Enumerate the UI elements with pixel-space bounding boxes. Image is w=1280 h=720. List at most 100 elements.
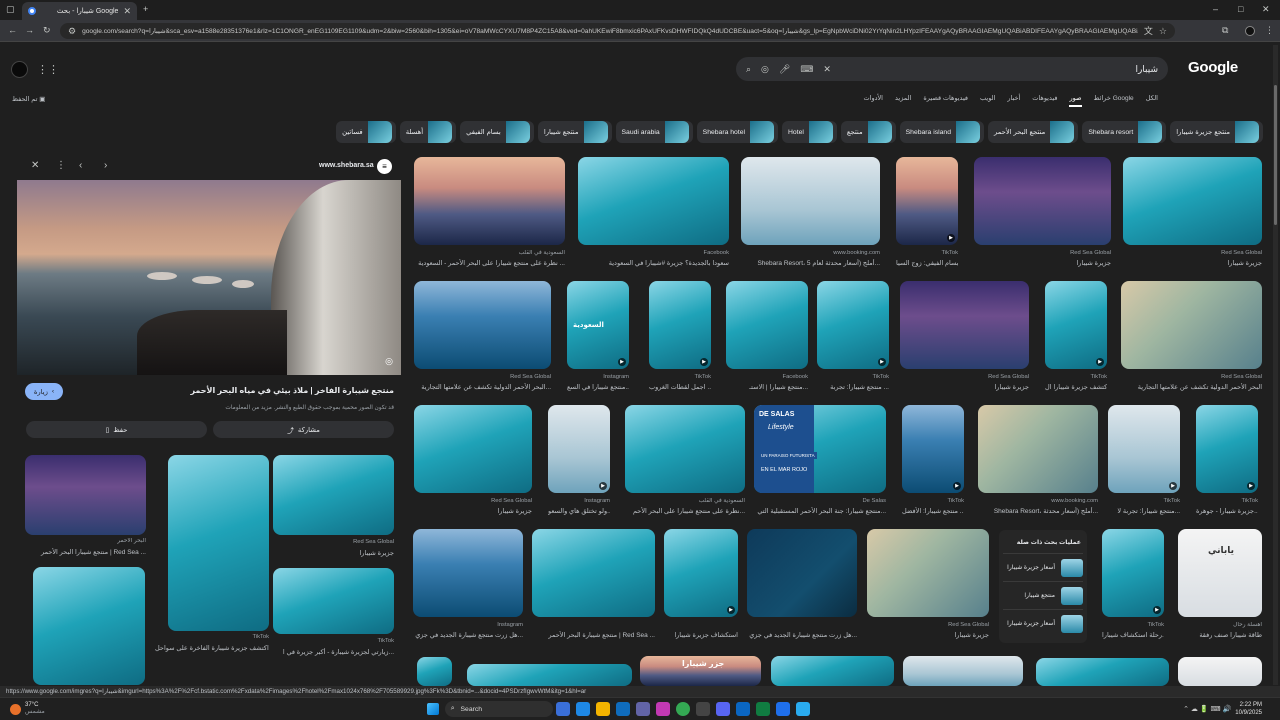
search-query[interactable]: شيبارا: [841, 64, 1158, 75]
next-icon[interactable]: ›: [104, 161, 107, 171]
result-image[interactable]: [747, 529, 857, 617]
tab-news[interactable]: أخبار: [1007, 94, 1020, 107]
app-icon[interactable]: [655, 702, 670, 716]
window-close-icon[interactable]: ✕: [1262, 5, 1270, 14]
result-image[interactable]: ▶: [664, 529, 738, 617]
chrome-icon[interactable]: [675, 702, 690, 716]
chip[interactable]: Shebara island: [899, 121, 984, 143]
result-caption[interactable]: منتجع شيبارا: تجربة لا...: [1108, 507, 1180, 515]
result-caption[interactable]: رحلة استكشاف شيبارا...: [1102, 631, 1164, 639]
result-image[interactable]: [1121, 281, 1262, 369]
result-image[interactable]: [414, 281, 551, 369]
page-scrollbar[interactable]: [1273, 45, 1278, 685]
windows-start-icon[interactable]: [426, 703, 439, 715]
chip[interactable]: منتجع البحر الأحمر: [987, 121, 1079, 143]
extensions-icon[interactable]: ⧉: [1222, 26, 1228, 35]
outlook-icon[interactable]: [615, 702, 630, 716]
omnibox[interactable]: ⚙ google.com/search?q=شيبارا&sca_esv=a15…: [60, 23, 1175, 39]
tab-maps[interactable]: خرائط Google: [1094, 94, 1134, 107]
result-image[interactable]: [974, 157, 1111, 245]
result-caption[interactable]: جزيرة شيبارا: [867, 631, 989, 639]
related-caption[interactable]: اكتشف جزيرة شيبارة الفاخرة على سواحل...: [155, 644, 269, 652]
result-image[interactable]: [532, 529, 655, 617]
account-avatar[interactable]: [11, 61, 28, 78]
result-image[interactable]: [1178, 657, 1262, 686]
related-caption[interactable]: جزيرة شيبارا: [273, 549, 394, 557]
result-image[interactable]: [578, 157, 729, 245]
related-image[interactable]: [33, 567, 145, 685]
telegram-icon[interactable]: [795, 702, 810, 716]
result-image[interactable]: [978, 405, 1098, 493]
clock-time[interactable]: 2:22 PM: [1240, 701, 1262, 709]
google-logo[interactable]: Google: [1188, 59, 1238, 76]
saved-link[interactable]: تم الحفظ ▣: [12, 95, 45, 103]
result-caption[interactable]: نظرة على منتجع شيبارا على البحر الأحم...: [625, 507, 745, 515]
task-view-icon[interactable]: [555, 702, 570, 716]
chip[interactable]: فساتين: [336, 121, 396, 143]
related-caption[interactable]: زيارتي لجزيرة شيبارة - أكبر جزيرة في ا..…: [273, 648, 394, 656]
result-image[interactable]: [414, 157, 565, 245]
result-image[interactable]: [867, 529, 989, 617]
result-image[interactable]: ياباني: [1178, 529, 1262, 617]
teams-icon[interactable]: [635, 702, 650, 716]
lens-search-icon[interactable]: ◎: [385, 356, 393, 367]
result-image[interactable]: ▶: [817, 281, 889, 369]
keyboard-icon[interactable]: ⌨: [800, 64, 813, 74]
previous-icon[interactable]: ‹: [79, 161, 82, 171]
preview-title[interactable]: منتجع شيبارة الفاخر | ملاذ بيئي في مياه …: [70, 386, 394, 395]
back-icon[interactable]: ←: [8, 26, 17, 35]
close-preview-icon[interactable]: ✕: [31, 161, 39, 171]
result-caption[interactable]: نظرة على منتجع شيبارا على البحر الأحمر -…: [414, 259, 565, 267]
tab-more[interactable]: المزيد: [895, 94, 911, 107]
related-search-item[interactable]: أسعار جزيرة شيبارا: [1003, 553, 1083, 581]
result-image[interactable]: [771, 656, 894, 686]
result-image[interactable]: ▶: [1102, 529, 1164, 617]
result-caption[interactable]: هل زرت منتجع شيبارة الجديد في جزي...: [413, 631, 523, 639]
browser-menu-icon[interactable]: ⋮: [1265, 26, 1274, 35]
result-caption[interactable]: هل زرت منتجع شيبارة الجديد في جزي...: [747, 631, 857, 639]
result-image[interactable]: ▶: [902, 405, 964, 493]
tab-search-icon[interactable]: ▢: [6, 5, 15, 14]
translate-icon[interactable]: 文: [1144, 26, 1153, 36]
related-image[interactable]: [273, 455, 394, 535]
related-image[interactable]: [168, 455, 269, 631]
result-image[interactable]: جزر شيبارا: [640, 656, 761, 686]
chip[interactable]: منتجع: [840, 121, 896, 143]
result-caption[interactable]: البحر الأحمر الدولية تكشف عن علامتها الت…: [414, 383, 551, 391]
vscode-icon[interactable]: [775, 702, 790, 716]
forward-icon[interactable]: →: [25, 26, 34, 35]
result-caption[interactable]: جزيرة شيبارا: [974, 259, 1111, 267]
result-image[interactable]: [726, 281, 808, 369]
chip[interactable]: منتجع شيبارا: [537, 121, 612, 143]
preview-image[interactable]: ◎: [17, 180, 401, 375]
tab-web[interactable]: الويب: [980, 94, 995, 107]
result-caption[interactable]: منتجع شيبارا: جنة البحر الأحمر المستقبلي…: [754, 507, 886, 515]
related-caption[interactable]: منتجع شيبارا البحر الأحمر | Red Sea ...: [25, 548, 146, 556]
result-caption[interactable]: منتجع شيبارا | الاستـ...: [726, 383, 808, 391]
result-caption[interactable]: طاقة شيبارا صنف رفقة: [1178, 631, 1262, 639]
visit-button[interactable]: زيارة ‹: [25, 383, 63, 400]
reload-icon[interactable]: ↻: [43, 26, 51, 35]
new-tab-icon[interactable]: +: [143, 5, 148, 14]
related-search-item[interactable]: منتجع شيبارا: [1003, 581, 1083, 609]
clock-date[interactable]: 10/9/2025: [1235, 709, 1262, 717]
voice-search-icon[interactable]: 🎤︎: [779, 64, 790, 74]
related-search-item[interactable]: أسعار جزيرة شيبارا: [1003, 609, 1083, 637]
related-image[interactable]: [273, 568, 394, 634]
preview-site[interactable]: www.shebara.sa: [319, 162, 374, 169]
file-explorer-icon[interactable]: [595, 702, 610, 716]
result-image[interactable]: السعودية ▶: [567, 281, 629, 369]
weather-icon[interactable]: [10, 703, 21, 715]
result-image[interactable]: [413, 529, 523, 617]
result-image[interactable]: ▶: [548, 405, 610, 493]
search-box[interactable]: ⌕ ◎ 🎤︎ ⌨ ✕ شيبارا: [736, 57, 1168, 81]
profile-avatar[interactable]: [1245, 26, 1255, 36]
result-image[interactable]: [1036, 658, 1169, 686]
bookmark-star-icon[interactable]: ☆: [1159, 26, 1167, 36]
result-image[interactable]: ▶: [896, 157, 958, 245]
result-image[interactable]: ▶: [1196, 405, 1258, 493]
browser-tab[interactable]: شيبارا - بحث Google ✕: [22, 2, 137, 20]
result-caption[interactable]: جزيرة شيبارا: [900, 383, 1029, 391]
result-caption[interactable]: اجمل لقطات الغروب ...: [649, 383, 711, 391]
result-caption[interactable]: منتجع شيبارة البحر الأحمر | Red Sea ...: [532, 631, 655, 639]
